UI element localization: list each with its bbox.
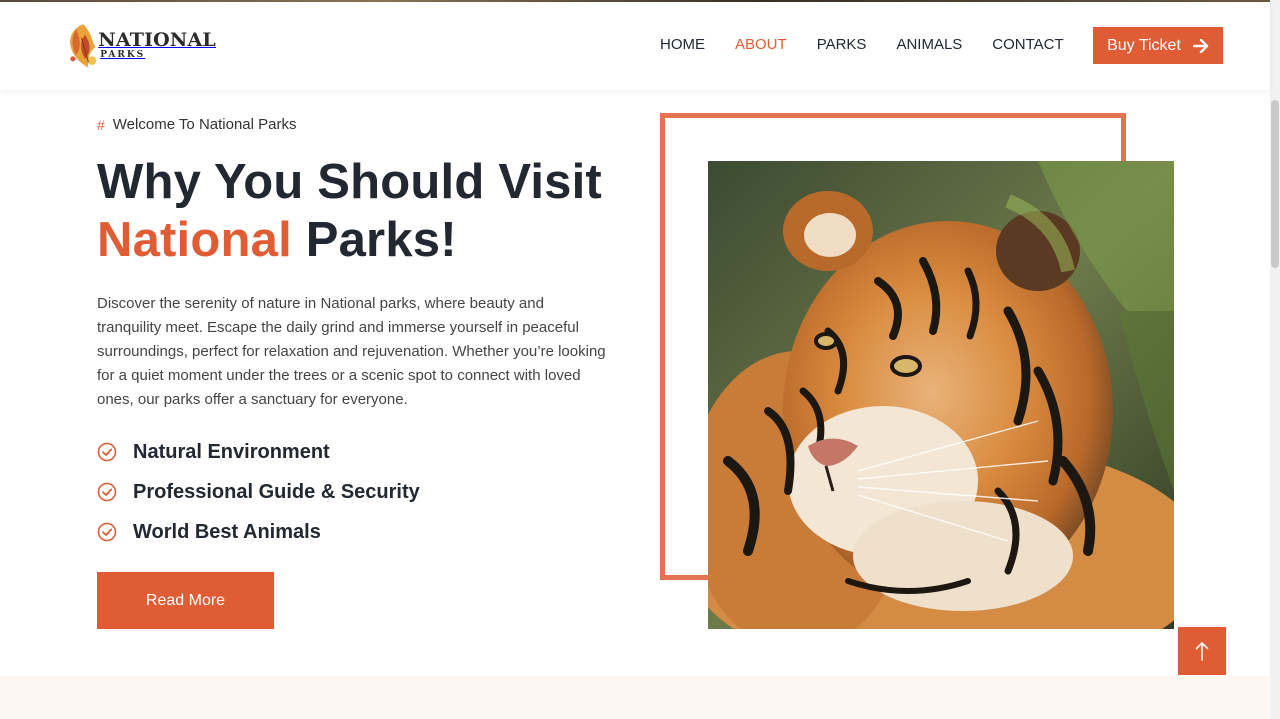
logo-leaf-icon [70,24,97,68]
page-title: Why You Should Visit National Parks! [97,153,602,269]
feature-label: Professional Guide & Security [133,480,420,503]
site-logo[interactable]: NATIONAL PARKS [66,16,216,74]
scrollbar-thumb[interactable] [1271,100,1279,268]
check-circle-icon [97,482,117,502]
list-item: Professional Guide & Security [97,472,420,512]
buy-ticket-button[interactable]: Buy Ticket [1093,27,1223,64]
headline-rest: Parks! [291,213,457,267]
feature-list: Natural Environment Professional Guide &… [97,432,420,552]
tiger-photo [708,161,1174,629]
feature-label: World Best Animals [133,520,321,543]
nav-item-animals[interactable]: ANIMALS [896,36,962,53]
feature-label: Natural Environment [133,440,330,463]
buy-ticket-label: Buy Ticket [1107,36,1181,54]
next-section-band [0,676,1270,719]
nav-item-contact[interactable]: CONTACT [992,36,1063,53]
logo-title: NATIONAL [98,28,216,51]
page-scrollbar[interactable] [1270,0,1280,719]
tagline-hash: # [97,116,105,133]
nav-item-home[interactable]: HOME [660,36,705,53]
arrow-right-icon [1192,38,1209,53]
arrow-up-icon [1195,642,1209,661]
nav-item-about[interactable]: ABOUT [735,36,787,53]
list-item: Natural Environment [97,432,420,472]
tagline-text: Welcome To National Parks [112,116,297,133]
list-item: World Best Animals [97,512,420,552]
logo-text: NATIONAL PARKS [98,28,216,60]
check-circle-icon [97,522,117,542]
main-nav: HOME ABOUT PARKS ANIMALS CONTACT [660,36,1094,53]
site-header: NATIONAL PARKS HOME ABOUT PARKS ANIMALS … [0,2,1270,90]
check-circle-icon [97,442,117,462]
logo-subtitle: PARKS [100,49,146,60]
headline-accent: National [97,213,292,267]
about-description: Discover the serenity of nature in Natio… [97,295,606,408]
nav-item-parks[interactable]: PARKS [817,36,867,53]
scroll-to-top-button[interactable] [1178,627,1226,675]
read-more-button[interactable]: Read More [97,572,274,629]
section-tagline: # Welcome To National Parks [97,116,297,133]
headline-line1: Why You Should Visit [97,155,602,209]
